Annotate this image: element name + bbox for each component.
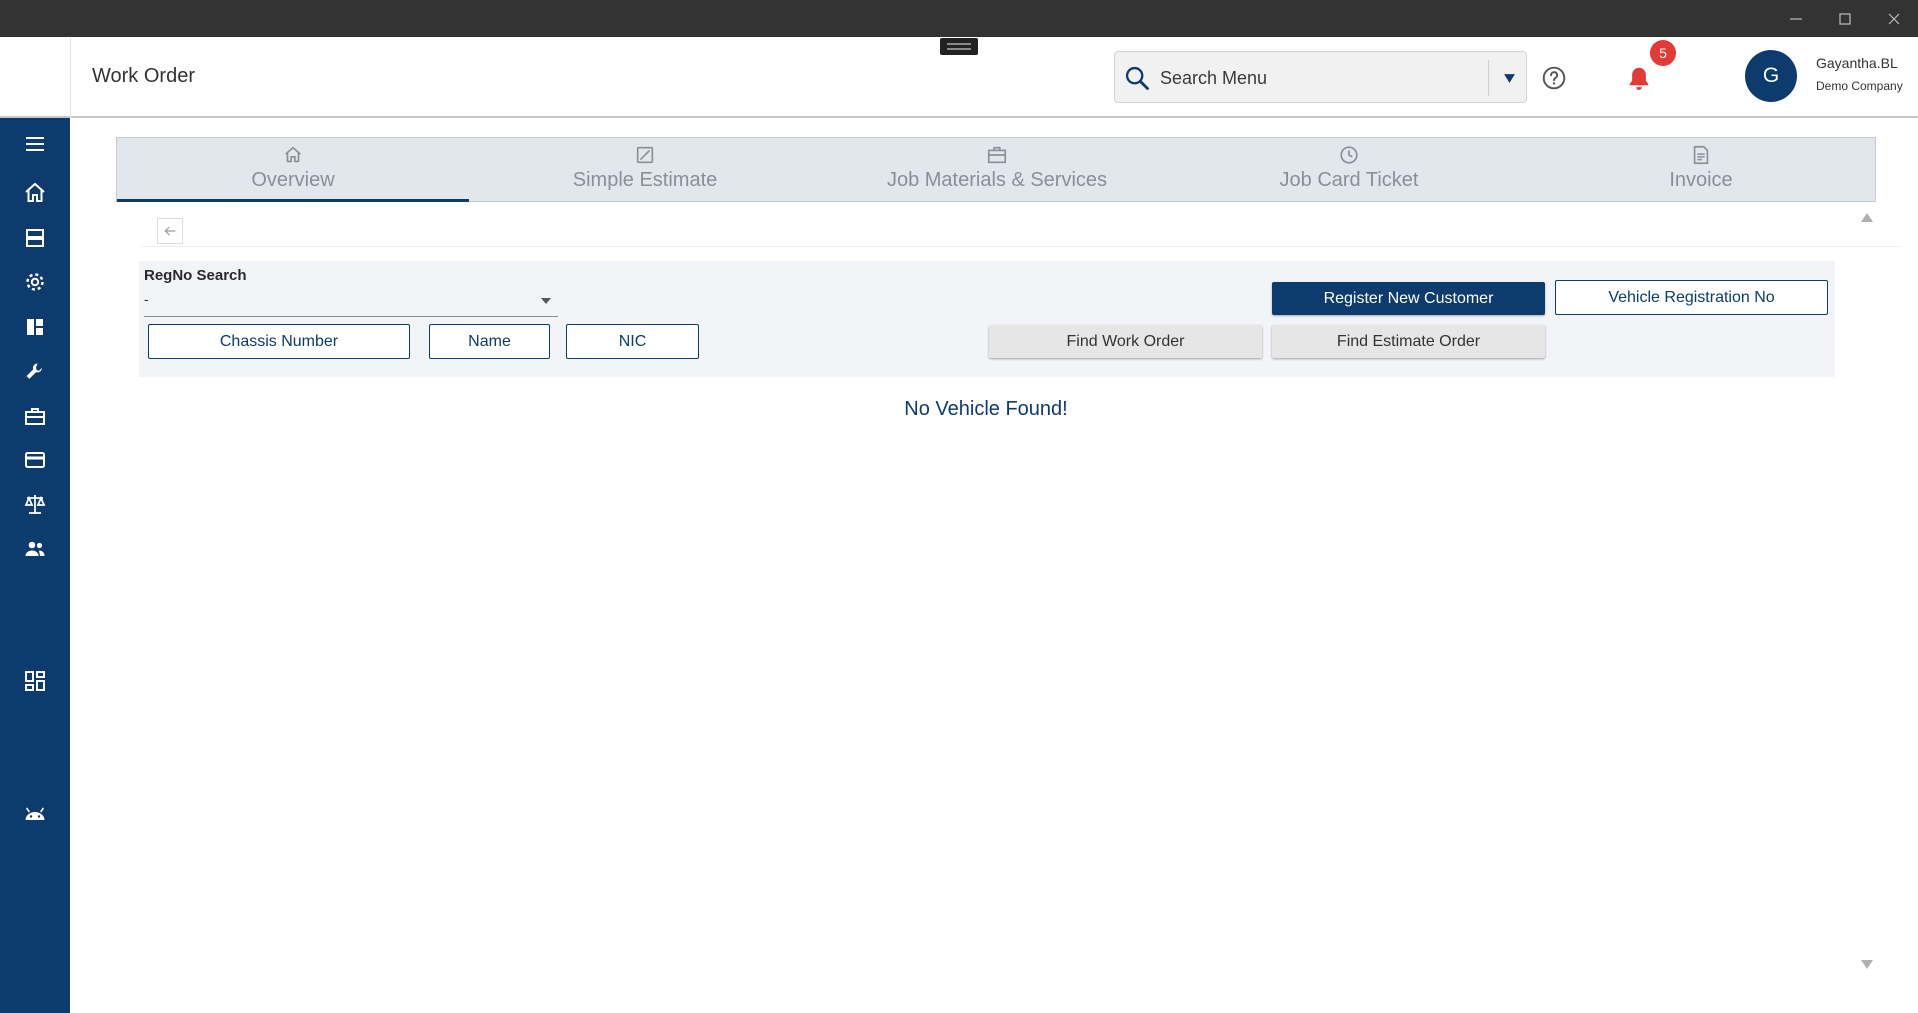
- vehicle-registration-no-button[interactable]: Vehicle Registration No: [1555, 280, 1828, 315]
- sidebar-item-balance[interactable]: [0, 484, 70, 524]
- window-titlebar: [0, 0, 1918, 37]
- page-title: Work Order: [92, 65, 195, 87]
- toolbox-icon: [25, 408, 45, 425]
- back-button[interactable]: [157, 218, 183, 244]
- caret-down-icon: [541, 298, 551, 304]
- app-header: Work Order 5 G Gayantha.BL Demo Company: [0, 37, 1918, 118]
- scale-icon: [24, 495, 46, 514]
- menu-icon: [26, 137, 44, 151]
- tab-label: Job Card Ticket: [1279, 169, 1419, 191]
- tab-invoice[interactable]: Invoice: [1525, 138, 1877, 202]
- regno-search-value: -: [144, 291, 149, 307]
- sidebar-item-settings[interactable]: [0, 262, 70, 302]
- dashboard-icon: [27, 319, 43, 335]
- name-button[interactable]: Name: [429, 324, 550, 359]
- help-icon[interactable]: [1541, 65, 1567, 91]
- drag-handle[interactable]: [940, 38, 978, 55]
- find-estimate-order-button[interactable]: Find Estimate Order: [1272, 325, 1545, 358]
- user-name: Gayantha.BL: [1816, 55, 1898, 71]
- arrow-left-icon: [164, 226, 176, 236]
- tab-label: Invoice: [1669, 169, 1733, 191]
- credit-card-icon: [25, 452, 45, 468]
- sidebar-item-storage[interactable]: [0, 218, 70, 258]
- sidebar: [0, 118, 70, 1013]
- search-icon: [1125, 66, 1149, 90]
- estimate-icon: [636, 146, 654, 164]
- content-divider: [141, 246, 1901, 247]
- people-icon: [25, 541, 45, 556]
- tab-job-materials-services[interactable]: Job Materials & Services: [821, 138, 1173, 202]
- sidebar-item-tools[interactable]: [0, 351, 70, 391]
- notification-bell-icon[interactable]: [1624, 64, 1654, 94]
- notification-badge: 5: [1650, 40, 1676, 66]
- sidebar-item-menu[interactable]: [0, 124, 70, 164]
- close-button[interactable]: [1869, 0, 1918, 37]
- android-icon: [25, 807, 45, 820]
- regno-search-select[interactable]: -: [144, 287, 558, 317]
- tab-label: Job Materials & Services: [886, 169, 1108, 191]
- tab-label: Simple Estimate: [572, 169, 718, 191]
- maximize-button[interactable]: [1820, 0, 1869, 37]
- search-separator: [1488, 60, 1489, 96]
- vehicle-search-panel: RegNo Search - Chassis Number Name NIC F…: [139, 261, 1835, 377]
- sidebar-item-android[interactable]: [0, 794, 70, 834]
- user-company: Demo Company: [1816, 79, 1903, 93]
- sidebar-item-payments[interactable]: [0, 440, 70, 480]
- sidebar-item-apps[interactable]: [0, 661, 70, 701]
- main-content: Overview Simple Estimate Job Materials &…: [71, 118, 1918, 1013]
- search-menu[interactable]: [1114, 51, 1527, 103]
- chassis-number-button[interactable]: Chassis Number: [148, 324, 410, 359]
- sidebar-item-people[interactable]: [0, 529, 70, 569]
- regno-search-label: RegNo Search: [144, 267, 247, 284]
- briefcase-icon: [987, 146, 1007, 164]
- maximize-icon: [1838, 12, 1851, 25]
- home-icon: [25, 182, 45, 202]
- logo-area: [0, 37, 71, 118]
- minimize-button[interactable]: [1771, 0, 1820, 37]
- clock-icon: [1340, 146, 1358, 164]
- user-avatar[interactable]: G: [1745, 50, 1797, 102]
- home-icon: [285, 146, 301, 163]
- no-vehicle-message: No Vehicle Found!: [904, 398, 1068, 420]
- tab-simple-estimate[interactable]: Simple Estimate: [469, 138, 821, 202]
- wrench-icon: [26, 363, 42, 379]
- invoice-icon: [1693, 145, 1709, 165]
- sidebar-item-dashboard[interactable]: [0, 307, 70, 347]
- tab-bar: Overview Simple Estimate Job Materials &…: [116, 137, 1876, 202]
- close-icon: [1888, 13, 1899, 24]
- sidebar-item-home[interactable]: [0, 173, 70, 213]
- minimize-icon: [1789, 17, 1802, 20]
- storage-icon: [26, 229, 44, 247]
- sidebar-item-jobs[interactable]: [0, 396, 70, 436]
- apps-icon: [25, 671, 45, 691]
- find-work-order-button[interactable]: Find Work Order: [989, 325, 1262, 358]
- settings-icon: [26, 273, 44, 291]
- scroll-up-arrow-icon[interactable]: [1859, 210, 1875, 224]
- nic-button[interactable]: NIC: [566, 324, 699, 359]
- search-dropdown-button[interactable]: [1491, 52, 1527, 104]
- register-new-customer-button[interactable]: Register New Customer: [1272, 282, 1545, 315]
- caret-down-icon: [1503, 73, 1515, 83]
- scroll-down-arrow-icon[interactable]: [1859, 958, 1875, 972]
- search-input[interactable]: [1160, 62, 1460, 94]
- tab-label: Overview: [251, 169, 335, 191]
- tab-overview[interactable]: Overview: [117, 138, 469, 202]
- tab-job-card-ticket[interactable]: Job Card Ticket: [1173, 138, 1525, 202]
